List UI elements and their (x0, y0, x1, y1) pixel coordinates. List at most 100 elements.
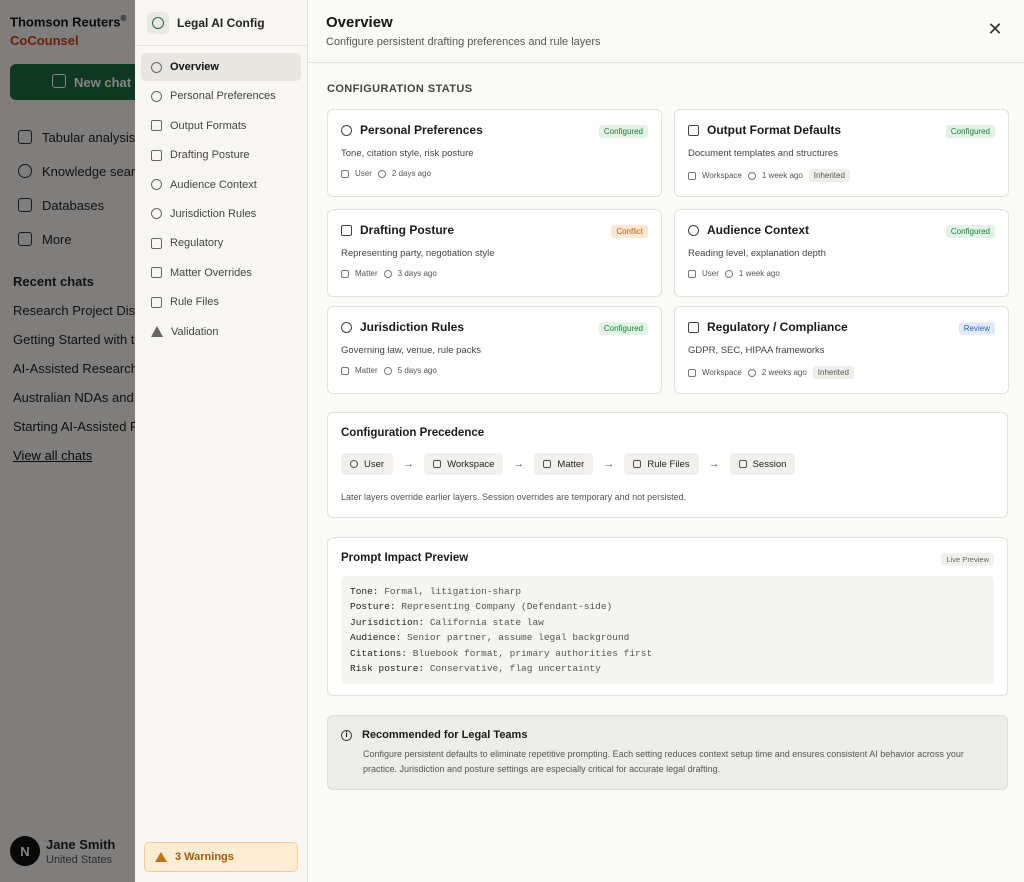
config-nav-output-formats[interactable]: Output Formats (141, 112, 301, 140)
config-nav-validation[interactable]: Validation (141, 318, 301, 346)
card-scope: User (702, 269, 719, 278)
impact-code-block: Tone: Formal, litigation-sharp Posture: … (341, 576, 994, 685)
card-time: 2 weeks ago (761, 368, 807, 377)
status-badge: Configured (598, 322, 648, 335)
card-title: Regulatory / Compliance (707, 320, 848, 334)
file-code-icon (151, 296, 162, 308)
globe-icon (341, 321, 352, 333)
card-time: 1 week ago (738, 269, 780, 278)
card-title: Drafting Posture (360, 223, 455, 237)
status-card-audience-context[interactable]: Audience Context Configured Reading leve… (674, 209, 1009, 297)
gear-icon (151, 61, 162, 73)
layers-icon (341, 169, 349, 178)
card-description: Reading level, explanation depth (688, 248, 826, 259)
config-title: Legal AI Config (177, 15, 265, 30)
status-badge: Configured (598, 125, 648, 138)
layers-icon (688, 368, 696, 377)
status-card-personal-preferences[interactable]: Personal Preferences Configured Tone, ci… (327, 109, 662, 197)
config-nav-regulatory[interactable]: Regulatory (141, 229, 301, 257)
inherited-badge: Inherited (808, 169, 850, 182)
precedence-title: Configuration Precedence (341, 427, 485, 439)
card-description: Governing law, venue, rule packs (341, 345, 481, 356)
config-nav-personal-preferences[interactable]: Personal Preferences (141, 82, 301, 110)
layers-icon (688, 269, 696, 278)
page-title: Overview (326, 14, 393, 31)
impact-line: Citations: Bluebook format, primary auth… (350, 647, 653, 659)
arrow-right-icon: → (603, 458, 615, 470)
card-scope: Matter (355, 269, 378, 278)
layer-chip-workspace: Workspace (424, 453, 504, 475)
layers-icon (341, 269, 349, 278)
layer-chip-session: Session (729, 453, 796, 475)
section-heading: CONFIGURATION STATUS (327, 83, 473, 95)
live-preview-badge: Live Preview (941, 553, 994, 566)
info-icon: i (341, 729, 352, 741)
users-icon (151, 179, 162, 191)
impact-line: Audience: Senior partner, assume legal b… (350, 632, 630, 644)
configuration-precedence: Configuration Precedence User → Workspac… (327, 412, 1008, 518)
impact-line: Tone: Formal, litigation-sharp (350, 586, 522, 597)
status-badge: Conflict (611, 225, 648, 238)
status-card-drafting-posture[interactable]: Drafting Posture Conflict Representing p… (327, 209, 662, 297)
document-icon (688, 124, 699, 136)
clock-icon (724, 269, 733, 278)
status-badge: Configured (945, 125, 995, 138)
config-panel: Legal AI Config Overview Personal Prefer… (135, 0, 1024, 882)
arrow-right-icon: → (708, 458, 720, 470)
close-icon[interactable]: ✕ (986, 20, 1004, 38)
config-nav-audience-context[interactable]: Audience Context (141, 171, 301, 199)
clock-icon (383, 269, 392, 278)
clock-icon (747, 171, 756, 180)
file-code-icon (633, 460, 642, 468)
shield-icon (151, 237, 162, 249)
impact-line: Jurisdiction: California state law (350, 616, 544, 628)
shield-icon (688, 321, 699, 333)
briefcase-icon (543, 460, 552, 468)
config-nav-overview[interactable]: Overview (141, 53, 301, 81)
config-sidebar: Legal AI Config Overview Personal Prefer… (135, 0, 308, 882)
user-icon (341, 124, 352, 136)
card-scope: User (355, 169, 372, 178)
clock-icon (377, 169, 386, 178)
clock-icon (747, 368, 756, 377)
card-time: 1 week ago (761, 171, 803, 180)
user-icon (151, 90, 162, 102)
card-time: 3 days ago (397, 269, 437, 278)
config-main: Overview Configure persistent drafting p… (308, 0, 1024, 882)
config-header: Legal AI Config (135, 0, 307, 46)
config-nav-rule-files[interactable]: Rule Files (141, 288, 301, 316)
warning-icon (151, 326, 163, 338)
globe-icon (151, 208, 162, 220)
legal-ai-logo-icon (147, 11, 169, 34)
card-description: Document templates and structures (688, 148, 838, 159)
warnings-button[interactable]: 3 Warnings (144, 842, 298, 872)
impact-line: Posture: Representing Company (Defendant… (350, 601, 613, 613)
status-card-regulatory-compliance[interactable]: Regulatory / Compliance Review GDPR, SEC… (674, 306, 1009, 394)
card-scope: Workspace (702, 171, 742, 180)
card-description: GDPR, SEC, HIPAA frameworks (688, 345, 825, 356)
config-nav-matter-overrides[interactable]: Matter Overrides (141, 259, 301, 287)
status-badge: Review (958, 322, 995, 335)
precedence-note: Later layers override earlier layers. Se… (341, 492, 687, 502)
document-icon (151, 120, 162, 132)
card-description: Representing party, negotiation style (341, 248, 495, 259)
pencil-icon (738, 460, 747, 468)
config-nav-jurisdiction-rules[interactable]: Jurisdiction Rules (141, 200, 301, 228)
card-scope: Workspace (702, 368, 742, 377)
layers-icon (688, 171, 696, 180)
prompt-impact-preview: Prompt Impact Preview Live Preview Tone:… (327, 537, 1008, 696)
layer-chip-matter: Matter (534, 453, 594, 475)
inherited-badge: Inherited (812, 366, 854, 379)
config-nav-drafting-posture[interactable]: Drafting Posture (141, 141, 301, 169)
warning-icon (155, 852, 167, 862)
layers-icon (341, 366, 349, 375)
arrow-right-icon: → (403, 458, 415, 470)
clock-icon (383, 366, 392, 375)
status-card-jurisdiction-rules[interactable]: Jurisdiction Rules Configured Governing … (327, 306, 662, 394)
layer-chip-rule-files: Rule Files (624, 453, 699, 475)
status-card-output-format-defaults[interactable]: Output Format Defaults Configured Docume… (674, 109, 1009, 197)
card-scope: Matter (355, 366, 378, 375)
card-title: Audience Context (707, 223, 810, 237)
card-time: 2 days ago (391, 169, 432, 178)
main-header: Overview Configure persistent drafting p… (308, 0, 1024, 63)
